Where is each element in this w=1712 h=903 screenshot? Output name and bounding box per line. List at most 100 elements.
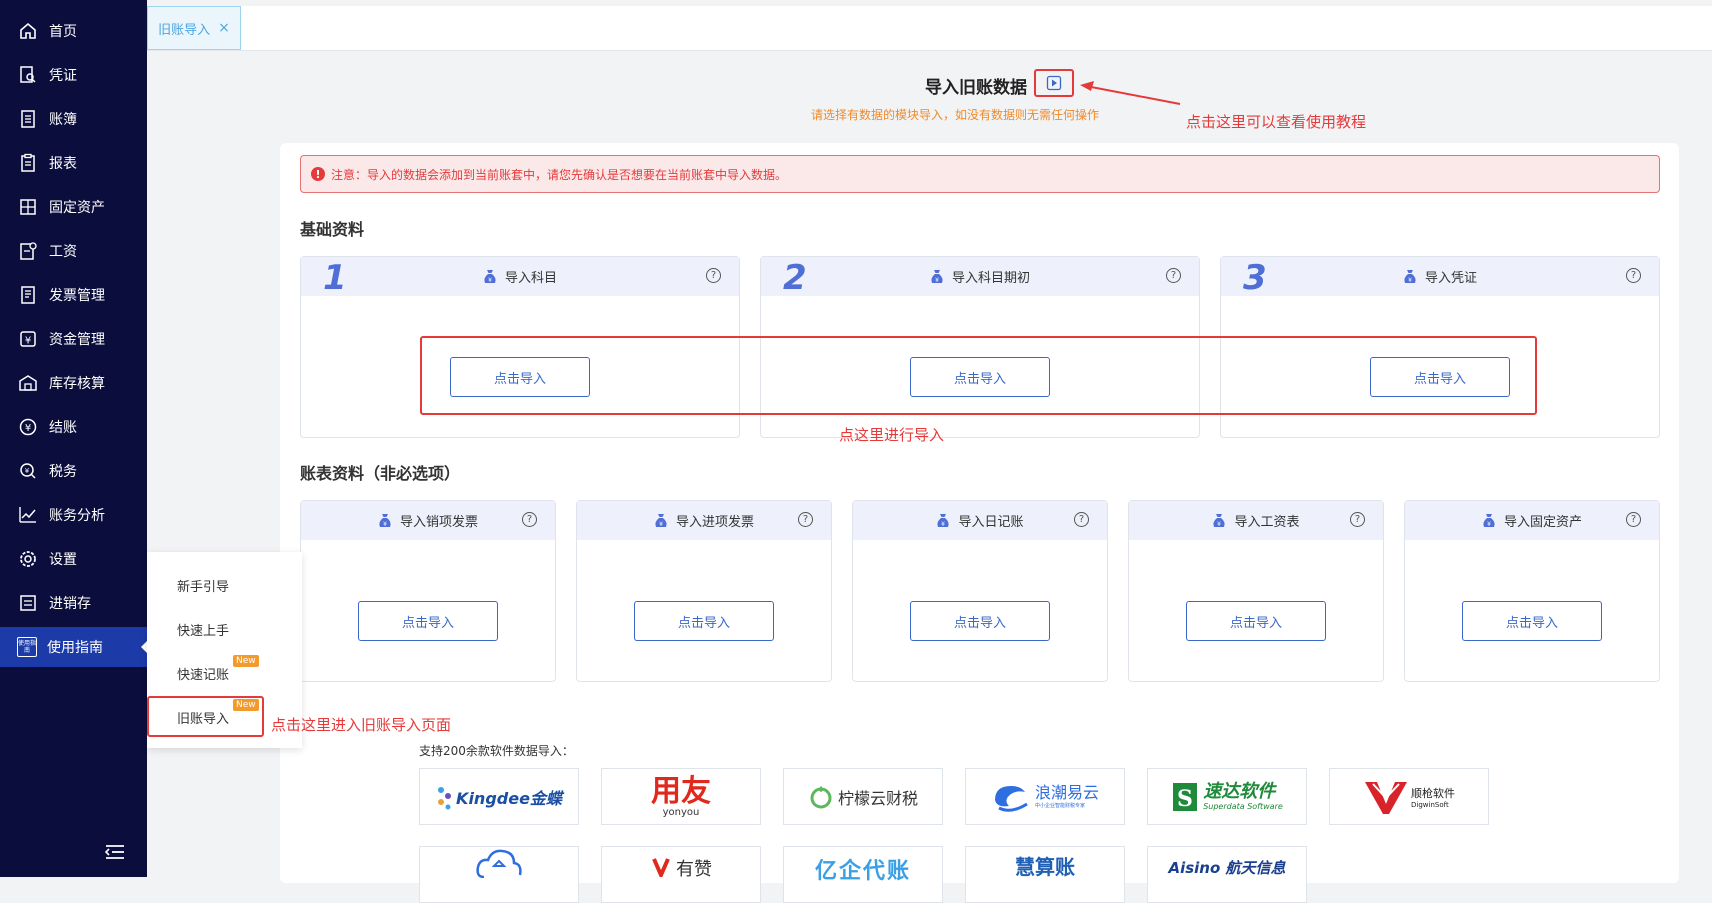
logo-subtext: yonyou [662,806,700,818]
sidebar-item-label: 设置 [49,552,77,568]
svg-text:¥: ¥ [488,277,492,284]
close-icon[interactable]: × [218,20,230,36]
support-text: 支持200余款软件数据导入： [419,744,574,758]
sidebar-item-label: 工资 [49,244,77,260]
step-number: 3 [1243,258,1267,298]
callout-open-page: 点击这里进入旧账导入页面 [271,716,452,734]
help-icon[interactable]: ? [1626,512,1641,527]
sidebar-item-guide[interactable]: 使用指南 使用指南 [0,627,148,667]
logo-text: 浪潮易云 [1034,783,1099,802]
youzan-icon [652,858,670,877]
help-icon[interactable]: ? [1350,512,1365,527]
sidebar-item-purchase-sales[interactable]: 进销存 [0,583,147,623]
lemon-icon [810,785,832,808]
tax-icon: ¥ [17,460,39,482]
tab-old-account-import[interactable]: 旧账导入 × [147,6,241,50]
svg-text:¥: ¥ [1487,521,1491,528]
section-title-basic: 基础资料 [300,220,365,239]
logo-text: Aisino 航天信息 [1168,859,1286,877]
money-bag-icon: ¥ [930,269,944,285]
import-journal-button[interactable]: 点击导入 [910,601,1050,641]
money-bag-icon: ¥ [936,513,950,529]
money-bag-icon: ¥ [654,513,668,529]
settle-icon: ¥ [17,416,39,438]
collapse-menu-icon[interactable] [104,843,126,865]
tab-label: 旧账导入 [158,22,211,38]
sidebar-item-analysis[interactable]: 账务分析 [0,495,147,535]
sidebar-item-report[interactable]: 报表 [0,143,147,183]
card-title: 导入日记账 [958,515,1024,530]
card-header: ¥ 导入进项发票 ? [577,501,831,540]
callout-arrow [1080,81,1181,105]
sidebar-item-label: 发票管理 [49,288,105,304]
card-title: 导入固定资产 [1503,515,1582,530]
sidebar-item-label: 固定资产 [49,200,105,216]
import-sales-invoices-button[interactable]: 点击导入 [358,601,498,641]
sidebar-item-label: 结账 [49,420,77,436]
alert-icon: ! [311,167,325,181]
submenu-item-quick-bookkeeping[interactable]: 快速记账 [177,664,229,683]
help-icon[interactable]: ? [706,268,721,283]
import-card-sales-invoices: ¥ 导入销项发票 ? 点击导入 [300,500,556,682]
sidebar-item-fixed-assets[interactable]: 固定资产 [0,187,147,227]
money-bag-icon: ¥ [1403,269,1417,285]
sidebar-item-tax[interactable]: ¥ 税务 [0,451,147,491]
tutorial-play-button[interactable] [1034,69,1074,97]
sidebar-item-ledger[interactable]: 账簿 [0,99,147,139]
notice-text: 注意：导入的数据会添加到当前账套中，请您先确认是否想要在当前账套中导入数据。 [331,167,788,182]
sidebar-item-label: 库存核算 [49,376,105,392]
digwin-v-icon [1365,781,1407,814]
svg-text:¥: ¥ [659,521,663,528]
sidebar-item-funds[interactable]: ¥ 资金管理 [0,319,147,359]
sidebar-item-settle[interactable]: ¥ 结账 [0,407,147,447]
logo-text: 柠檬云财税 [837,788,918,808]
superdata-s-icon: S [1173,782,1198,812]
report-clipboard-icon [17,152,39,174]
card-header: ¥ 导入固定资产 ? [1405,501,1659,540]
import-payroll-button[interactable]: 点击导入 [1186,601,1326,641]
import-purchase-invoices-button[interactable]: 点击导入 [634,601,774,641]
step-number: 2 [783,258,807,298]
card-title: 导入凭证 [1424,271,1477,286]
guide-icon: 使用指南 [17,637,37,657]
card-header: 2 ¥ 导入科目期初 ? [761,257,1199,298]
callout-tutorial: 点击这里可以查看使用教程 [1186,113,1367,131]
help-icon[interactable]: ? [798,512,813,527]
logo-lemon: 柠檬云财税 [783,768,943,825]
sidebar-item-salary[interactable]: 工资 [0,231,147,271]
new-badge: New [233,655,259,667]
submenu-item-beginner-guide[interactable]: 新手引导 [177,576,229,595]
svg-text:¥: ¥ [383,521,387,528]
sidebar-item-settings[interactable]: 设置 [0,539,147,579]
svg-text:S: S [1177,786,1193,812]
yuan-icon: ¥ [17,328,39,350]
sidebar-item-voucher[interactable]: 凭证 [0,55,147,95]
logo-text: 有赞 [676,859,712,880]
ledger-icon [17,108,39,130]
help-icon[interactable]: ? [522,512,537,527]
callout-import-here: 点这里进行导入 [839,426,945,444]
svg-text:¥: ¥ [25,336,31,347]
help-icon[interactable]: ? [1074,512,1089,527]
card-title: 导入科目 [504,271,557,286]
card-header: ¥ 导入工资表 ? [1129,501,1383,540]
import-card-fixed-assets: ¥ 导入固定资产 ? 点击导入 [1404,500,1660,682]
help-icon[interactable]: ? [1166,268,1181,283]
logo-subtext: 中小企业智能财税专家 [1034,803,1085,809]
sidebar: 首页 凭证 账簿 报表 固定资产 工资 发票管理 ¥ 资金管理 库存核算 ¥ 结… [0,0,148,877]
logo-digwin: 顺枪软件 DigwinSoft [1329,768,1489,825]
page-subtitle: 请选择有数据的模块导入，如没有数据则无需任何操作 [811,108,1100,122]
submenu-item-quick-start[interactable]: 快速上手 [177,620,229,639]
sidebar-item-inventory-accounting[interactable]: 库存核算 [0,363,147,403]
annotation-box-import-buttons [420,336,1537,415]
sidebar-item-invoice[interactable]: 发票管理 [0,275,147,315]
sidebar-item-home[interactable]: 首页 [0,11,147,51]
logo-text: Kingdee金蝶 [456,788,562,808]
card-header: ¥ 导入日记账 ? [853,501,1107,540]
wave-icon [994,785,1028,812]
help-icon[interactable]: ? [1626,268,1641,283]
card-header: 1 ¥ 导入科目 ? [301,257,739,298]
money-bag-icon: ¥ [1212,513,1226,529]
import-fixed-assets-button[interactable]: 点击导入 [1462,601,1602,641]
import-card-payroll: ¥ 导入工资表 ? 点击导入 [1128,500,1384,682]
